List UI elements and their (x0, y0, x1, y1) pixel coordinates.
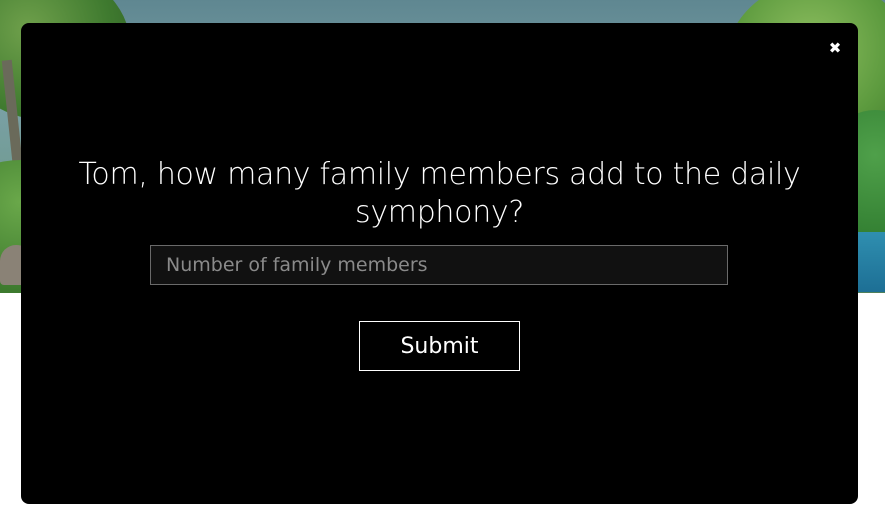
submit-button[interactable]: Submit (359, 321, 520, 371)
close-icon[interactable]: ✖ (827, 40, 843, 56)
page: ✖ Tom, how many family members add to th… (0, 0, 885, 529)
question-modal: ✖ Tom, how many family members add to th… (21, 23, 858, 504)
family-members-input[interactable] (150, 245, 728, 285)
question-heading: Tom, how many family members add to the … (78, 157, 801, 230)
